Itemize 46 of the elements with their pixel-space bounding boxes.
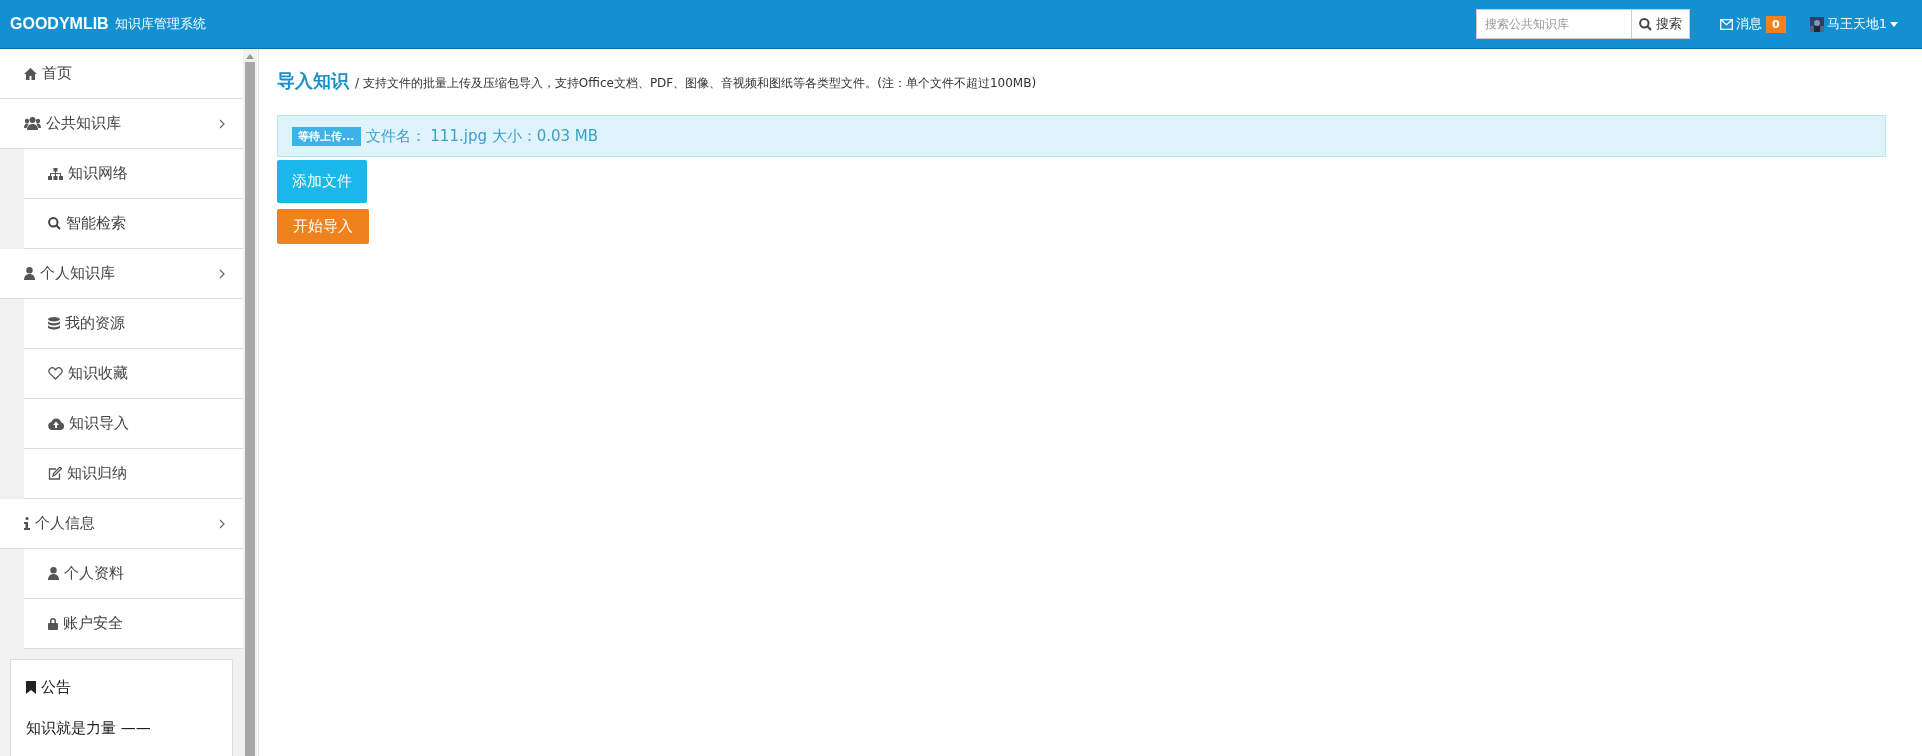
scroll-up-icon xyxy=(246,54,254,59)
search-button[interactable]: 搜索 xyxy=(1631,9,1691,39)
search-icon xyxy=(1639,17,1653,31)
heart-icon xyxy=(48,367,63,380)
page-description: / 支持文件的批量上传及压缩包导入，支持Office文档、PDF、图像、音视频和图纸等各类型文件。(注：单个文件不超过100MB) xyxy=(355,75,1037,92)
sidebar-subitem[interactable]: 知识网络 xyxy=(24,149,243,199)
sidebar-subitem[interactable]: 知识归纳 xyxy=(24,449,243,499)
sidebar-item[interactable]: 首页 xyxy=(0,49,243,99)
messages-link[interactable]: 消息 xyxy=(1720,15,1763,33)
message-count: 0 xyxy=(1766,15,1786,33)
chevron-icon xyxy=(219,268,225,279)
sitemap-icon xyxy=(48,167,63,180)
chevron-icon xyxy=(219,118,225,129)
app-subtitle: 知识库管理系统 xyxy=(114,15,206,33)
envelope-icon xyxy=(1720,18,1734,30)
sidebar-subitem[interactable]: 账户安全 xyxy=(24,599,243,649)
bookmark-icon xyxy=(26,681,36,694)
caret-icon xyxy=(1890,21,1898,27)
user-icon xyxy=(24,267,35,280)
search-field[interactable]: 搜索公共知识库 xyxy=(1476,9,1632,39)
edit-icon xyxy=(48,467,62,480)
lock-icon xyxy=(48,617,58,630)
search-icon xyxy=(48,217,61,230)
info-icon xyxy=(24,517,30,530)
brand-name: GOODYMLIB xyxy=(10,15,109,33)
users-icon xyxy=(24,117,41,130)
scrollbar[interactable] xyxy=(243,49,257,756)
notice-text: 知识就是力量 —— xyxy=(26,719,152,738)
sidebar-item[interactable]: 个人知识库 xyxy=(0,249,243,299)
notice-title: 公告 xyxy=(41,678,71,697)
file-info: 文件名： 111.jpg 大小：0.03 MB xyxy=(365,126,599,146)
chevron-icon xyxy=(219,518,225,529)
home-icon xyxy=(24,67,37,80)
sidebar-item[interactable]: 公共知识库 xyxy=(0,99,243,149)
user-icon xyxy=(48,567,59,580)
database-icon xyxy=(48,316,60,331)
sidebar-item[interactable]: 个人信息 xyxy=(0,499,243,549)
upload-status: 等待上传... xyxy=(292,126,361,146)
page-title: 导入知识 xyxy=(277,69,349,93)
sidebar-subitem[interactable]: 知识收藏 xyxy=(24,349,243,399)
sidebar-subitem[interactable]: 我的资源 xyxy=(24,299,243,349)
sidebar-subitem[interactable]: 个人资料 xyxy=(24,549,243,599)
sidebar-subitem[interactable]: 知识导入 xyxy=(24,399,243,449)
user-menu[interactable]: 马王天地1 xyxy=(1809,15,1898,33)
cloud-upload-icon xyxy=(48,417,64,430)
sidebar-subitem[interactable]: 智能检索 xyxy=(24,199,243,249)
